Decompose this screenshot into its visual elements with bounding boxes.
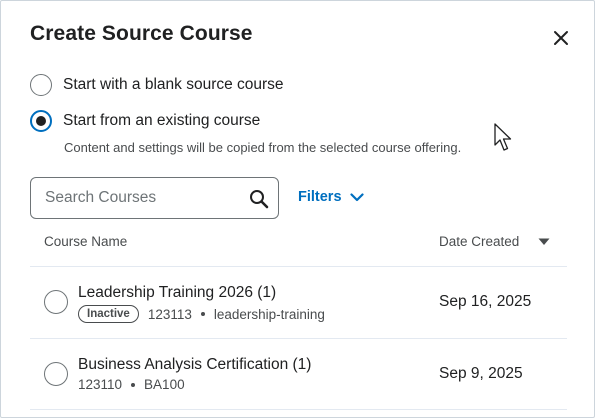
search-input[interactable] [45,188,240,208]
search-box [30,177,279,219]
filters-label: Filters [298,189,342,205]
row-select-radio[interactable] [44,362,68,386]
option-existing-course-label: Start from an existing course [63,112,261,129]
course-name[interactable]: Business Analysis Certification (1) [78,356,311,374]
table-divider [30,266,567,267]
row-select-radio[interactable] [44,290,68,314]
column-header-date-created[interactable]: Date Created [439,234,519,249]
course-code: 123113 [147,306,192,322]
course-meta: 123110 BA100 [78,377,185,392]
create-source-course-dialog: Create Source Course Start with a blank … [0,0,595,418]
radio-blank-course[interactable] [30,74,52,96]
close-icon[interactable] [551,28,571,48]
date-created: Sep 16, 2025 [439,293,532,310]
mouse-cursor-icon [494,123,512,151]
course-code: 123110 [78,377,123,392]
option-existing-course[interactable]: Start from an existing course [30,110,260,132]
option-blank-course[interactable]: Start with a blank source course [30,74,284,96]
radio-existing-course[interactable] [30,110,52,132]
radio-selected-dot [36,116,46,126]
bullet-separator [131,382,136,387]
helper-text: Content and settings will be copied from… [64,140,462,155]
filters-button[interactable]: Filters [298,189,364,205]
date-created: Sep 9, 2025 [439,365,523,382]
option-blank-course-label: Start with a blank source course [63,76,284,93]
bullet-separator [200,312,205,316]
status-badge: Inactive [78,305,139,323]
column-header-course-name[interactable]: Course Name [44,234,127,249]
chevron-down-icon [349,192,364,201]
table-divider [30,409,567,410]
course-meta: Inactive 123113 leadership-training [78,305,325,323]
table-divider [30,338,567,339]
sort-descending-icon[interactable] [538,238,550,246]
search-icon[interactable] [249,189,269,209]
dialog-title: Create Source Course [30,22,253,45]
course-name[interactable]: Leadership Training 2026 (1) [78,284,276,302]
course-tag: BA100 [144,377,185,392]
course-tag: leadership-training [213,306,325,322]
